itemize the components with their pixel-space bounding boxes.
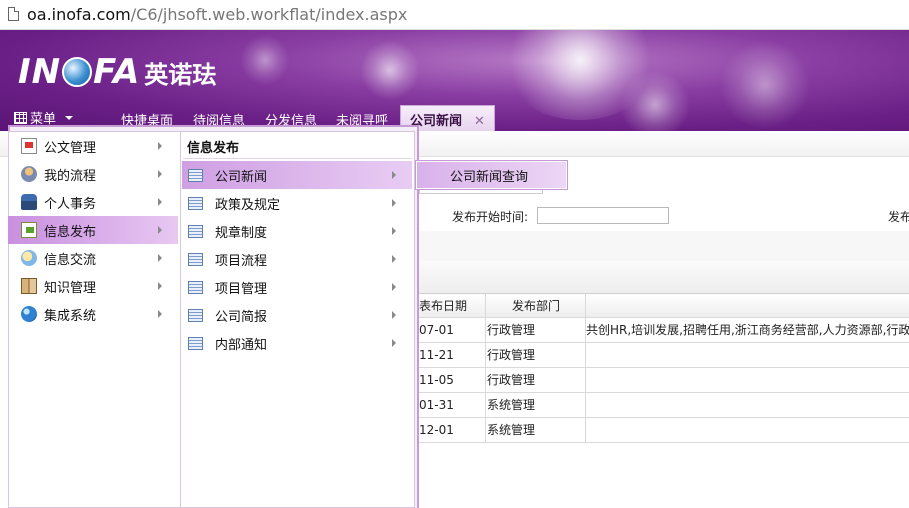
chevron-down-icon: [65, 115, 74, 120]
list-icon: [188, 308, 203, 322]
table-row[interactable]: 07-01 行政管理 共创HR,培训发展,招聘任用,浙江商务经营部,人力资源部,…: [419, 318, 909, 343]
grid-menu-icon: [14, 111, 27, 124]
person-icon: [21, 194, 37, 210]
submenu-item-project-mgmt[interactable]: 项目管理: [182, 273, 412, 301]
publish-label-fragment: 发布: [888, 210, 909, 224]
submenu-heading: 信息发布: [187, 141, 240, 156]
chevron-right-icon: [158, 282, 162, 290]
column-header-scope[interactable]: [585, 294, 909, 319]
chevron-right-icon: [392, 227, 396, 235]
logo-swirl-icon: [62, 57, 93, 87]
menu-item-integration[interactable]: 集成系统: [8, 300, 178, 328]
globe-icon: [21, 306, 37, 322]
menu-item-personal[interactable]: 个人事务: [8, 188, 178, 216]
submenu-item-policy[interactable]: 政策及规定: [182, 189, 412, 217]
publish-start-label: 发布开始时间:: [452, 210, 529, 224]
page-icon: [8, 7, 19, 21]
menu-item-documents[interactable]: 公文管理: [8, 132, 178, 160]
submenu-item-company-news[interactable]: 公司新闻: [182, 161, 412, 189]
table-row[interactable]: 12-01 系统管理: [419, 418, 909, 443]
document-icon: [21, 138, 37, 154]
chevron-right-icon: [392, 339, 396, 347]
list-icon: [188, 196, 203, 210]
divider: [183, 158, 412, 159]
chevron-right-icon: [158, 198, 162, 206]
submenu-item-rules[interactable]: 规章制度: [182, 217, 412, 245]
menu-item-info-publish[interactable]: 信息发布: [8, 216, 178, 244]
menu-item-knowledge[interactable]: 知识管理: [8, 272, 178, 300]
chevron-right-icon: [158, 254, 162, 262]
chevron-right-icon: [158, 170, 162, 178]
chevron-right-icon: [158, 226, 162, 234]
banner-glow: [360, 40, 420, 100]
menu-item-info-exchange[interactable]: 信息交流: [8, 244, 178, 272]
list-icon: [188, 336, 203, 350]
book-icon: [21, 278, 37, 294]
submenu-item-briefing[interactable]: 公司简报: [182, 301, 412, 329]
chevron-right-icon: [392, 171, 396, 179]
address-bar[interactable]: oa.inofa.com/C6/jhsoft.web.workflat/inde…: [0, 0, 909, 30]
flow-icon: [21, 166, 37, 182]
filter-band: [419, 231, 909, 261]
menu-item-my-flow[interactable]: 我的流程: [8, 160, 178, 188]
table-row[interactable]: 01-31 系统管理: [419, 393, 909, 418]
chevron-right-icon: [392, 283, 396, 291]
submenu-item-internal-notice[interactable]: 内部通知: [182, 329, 412, 357]
news-table: 表布日期 发布部门 07-01 行政管理 共创HR,培训发展,招聘任用,浙江商务…: [419, 293, 909, 443]
list-icon: [188, 252, 203, 266]
list-icon: [188, 224, 203, 238]
table-header-row: 表布日期 发布部门: [419, 293, 909, 319]
submenu-item-project-flow[interactable]: 项目流程: [182, 245, 412, 273]
submenu-item-news-query[interactable]: 公司新闻查询: [417, 162, 566, 188]
banner-glow: [240, 35, 290, 85]
chat-icon: [21, 250, 37, 266]
publish-start-input[interactable]: [537, 207, 669, 224]
list-icon: [188, 168, 203, 182]
chevron-right-icon: [158, 142, 162, 150]
chevron-right-icon: [392, 255, 396, 263]
table-row[interactable]: 11-21 行政管理: [419, 343, 909, 368]
logo: IN FA 英诺珐: [18, 52, 217, 92]
table-row[interactable]: 11-05 行政管理: [419, 368, 909, 393]
column-header-dept[interactable]: 发布部门: [485, 294, 585, 319]
close-icon[interactable]: ✕: [474, 114, 485, 129]
chevron-right-icon: [392, 311, 396, 319]
url-text[interactable]: oa.inofa.com/C6/jhsoft.web.workflat/inde…: [27, 5, 407, 24]
list-icon: [188, 280, 203, 294]
chevron-right-icon: [392, 199, 396, 207]
chevron-right-icon: [158, 310, 162, 318]
column-header-date[interactable]: 表布日期: [419, 294, 485, 319]
grid-toolbar: [419, 261, 909, 293]
publish-icon: [21, 222, 37, 238]
